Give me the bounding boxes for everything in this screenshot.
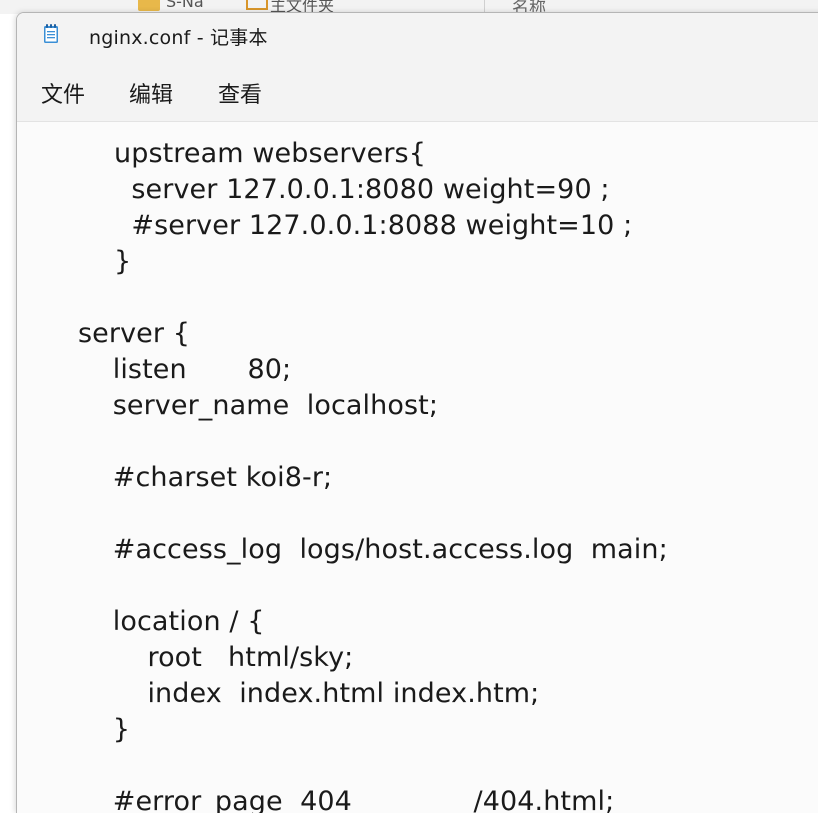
code-line: } [78,714,131,745]
menu-bar: 文件 编辑 查看 [17,57,818,122]
code-line: #access_log logs/host.access.log main; [78,534,668,565]
menu-file[interactable]: 文件 [37,75,89,111]
code-line: server_name localhost; [78,390,439,421]
code-line: #error_page 404 /404.html; [78,786,615,813]
code-line: upstream webservers{ [114,138,426,169]
code-line: server { [78,318,191,349]
code-line: } [114,246,132,277]
code-line: server 127.0.0.1:8080 weight=90 ; [114,174,610,205]
notepad-icon [44,24,58,43]
bg-folder-label: S-Na [166,0,204,11]
titlebar[interactable]: nginx.conf - 记事本 [17,13,818,57]
text-editor[interactable]: upstream webservers{ server 127.0.0.1:80… [17,122,818,813]
notepad-window: nginx.conf - 记事本 文件 编辑 查看 upstream webse… [16,12,818,813]
menu-edit[interactable]: 编辑 [125,75,177,111]
folder-icon [138,0,160,11]
code-line: root html/sky; [78,642,354,673]
code-line: #server 127.0.0.1:8088 weight=10 ; [114,210,633,241]
code-line: location / { [78,606,265,637]
window-title: nginx.conf - 记事本 [89,27,268,49]
code-line: index index.html index.htm; [78,678,540,709]
home-icon [246,0,268,10]
code-line: #charset koi8-r; [78,462,333,493]
menu-view[interactable]: 查看 [214,75,266,111]
code-line: listen 80; [78,354,292,385]
